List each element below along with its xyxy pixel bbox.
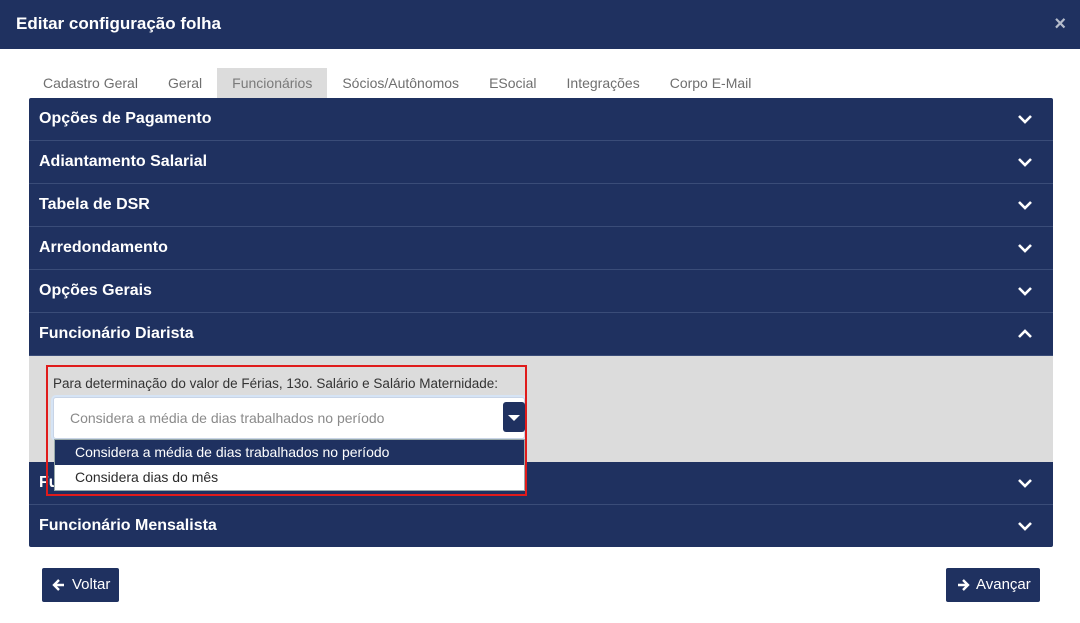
section-title: Opções Gerais [39,282,152,299]
modal-header: Editar configuração folha × [0,0,1080,49]
section-title: Funcionário Mensalista [39,517,217,534]
caret-down-icon[interactable] [503,402,525,432]
field-label: Para determinação do valor de Férias, 13… [53,376,498,391]
next-button-label: Avançar [976,576,1031,593]
section-opcoes-pagamento[interactable]: Opções de Pagamento [29,98,1053,141]
modal-dialog: Editar configuração folha × Cadastro Ger… [0,0,1080,623]
dropdown-option[interactable]: Considera a média de dias trabalhados no… [55,440,524,465]
section-funcionario-diarista[interactable]: Funcionário Diarista [29,313,1053,356]
modal-title: Editar configuração folha [16,14,221,33]
back-button-label: Voltar [72,576,111,593]
diarista-select[interactable]: Considera a média de dias trabalhados no… [53,397,525,439]
section-title: Funcionário Diarista [39,325,194,342]
chevron-down-icon [1018,479,1032,488]
tab-bar: Cadastro Geral Geral Funcionários Sócios… [28,68,766,98]
chevron-down-icon [1018,287,1032,296]
tab-cadastro-geral[interactable]: Cadastro Geral [28,68,153,98]
section-arredondamento[interactable]: Arredondamento [29,227,1053,270]
section-opcoes-gerais[interactable]: Opções Gerais [29,270,1053,313]
diarista-dropdown-list: Considera a média de dias trabalhados no… [54,439,525,491]
tab-corpo-email[interactable]: Corpo E-Mail [655,68,767,98]
tab-integracoes[interactable]: Integrações [552,68,655,98]
section-adiantamento-salarial[interactable]: Adiantamento Salarial [29,141,1053,184]
tab-socios-autonomos[interactable]: Sócios/Autônomos [327,68,474,98]
chevron-down-icon [1018,201,1032,210]
section-title: Adiantamento Salarial [39,153,208,170]
next-button[interactable]: Avançar [946,568,1040,602]
arrow-left-icon [52,579,64,591]
tab-funcionarios[interactable]: Funcionários [217,68,328,98]
chevron-up-icon [1018,329,1032,338]
back-button[interactable]: Voltar [42,568,119,602]
section-tabela-dsr[interactable]: Tabela de DSR [29,184,1053,227]
chevron-down-icon [1018,522,1032,531]
section-title: Opções de Pagamento [39,110,212,127]
select-value: Considera a média de dias trabalhados no… [70,410,385,426]
arrow-right-icon [958,579,970,591]
tab-esocial[interactable]: ESocial [474,68,551,98]
section-title: Tabela de DSR [39,196,150,213]
section-title: Arredondamento [39,239,168,256]
section-funcionario-mensalista[interactable]: Funcionário Mensalista [29,505,1053,547]
tab-geral[interactable]: Geral [153,68,217,98]
dropdown-option[interactable]: Considera dias do mês [55,465,524,490]
chevron-down-icon [1018,244,1032,253]
close-icon[interactable]: × [1054,14,1066,34]
chevron-down-icon [1018,115,1032,124]
chevron-down-icon [1018,158,1032,167]
